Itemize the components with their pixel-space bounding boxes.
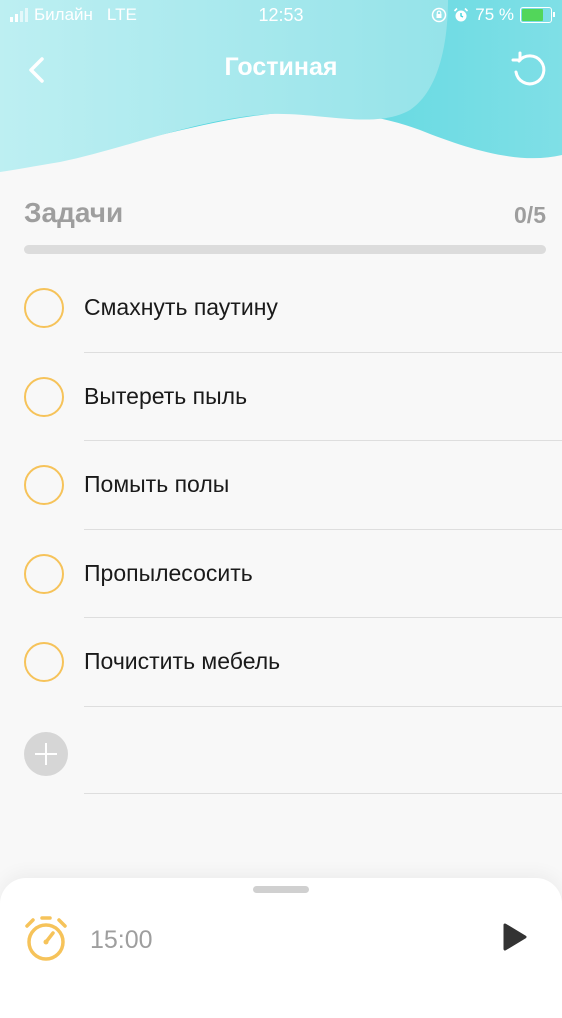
- stopwatch-icon: [25, 916, 67, 961]
- page-title: Гостиная: [224, 53, 338, 81]
- task-item[interactable]: Вытереть пыль: [0, 353, 562, 441]
- task-checkbox[interactable]: [24, 376, 64, 417]
- task-checkbox[interactable]: [24, 288, 64, 328]
- task-checkbox[interactable]: [24, 642, 64, 682]
- task-item[interactable]: Пропылесосить: [0, 530, 562, 618]
- divider: [84, 793, 562, 794]
- reset-button[interactable]: [508, 48, 550, 90]
- task-count: 0/5: [514, 202, 546, 228]
- task-label: Вытереть пыль: [84, 382, 248, 409]
- battery-icon: [520, 7, 555, 23]
- task-label: Смахнуть паутину: [84, 294, 278, 320]
- task-item[interactable]: Почистить мебель: [0, 618, 562, 707]
- status-bar: Билайн LTE 12:53 75 %: [0, 0, 562, 32]
- task-checkbox[interactable]: [24, 553, 64, 594]
- rotation-lock-icon: [432, 7, 447, 23]
- play-button[interactable]: [502, 922, 528, 952]
- progress-bar: [24, 245, 546, 254]
- add-task-button[interactable]: [24, 732, 68, 776]
- section-title: Задачи: [24, 197, 124, 228]
- task-label: Пропылесосить: [84, 559, 253, 586]
- play-icon: [503, 923, 527, 951]
- sheet-handle[interactable]: [253, 886, 309, 893]
- task-item[interactable]: Помыть полы: [0, 441, 562, 530]
- undo-icon: [511, 51, 546, 86]
- add-task-row: [0, 706, 562, 794]
- timer-sheet[interactable]: 15:00: [0, 878, 562, 1018]
- task-label: Почистить мебель: [84, 648, 281, 674]
- task-label: Помыть полы: [84, 471, 230, 497]
- task-item[interactable]: Смахнуть паутину: [0, 264, 562, 353]
- battery-percent: 75 %: [475, 5, 514, 24]
- task-checkbox[interactable]: [24, 465, 64, 505]
- alarm-icon: [454, 7, 469, 22]
- task-list: Смахнуть паутину Вытереть пыль Помыть по…: [0, 264, 562, 707]
- status-right: 75 %: [431, 5, 555, 25]
- timer-value: 15:00: [90, 926, 153, 954]
